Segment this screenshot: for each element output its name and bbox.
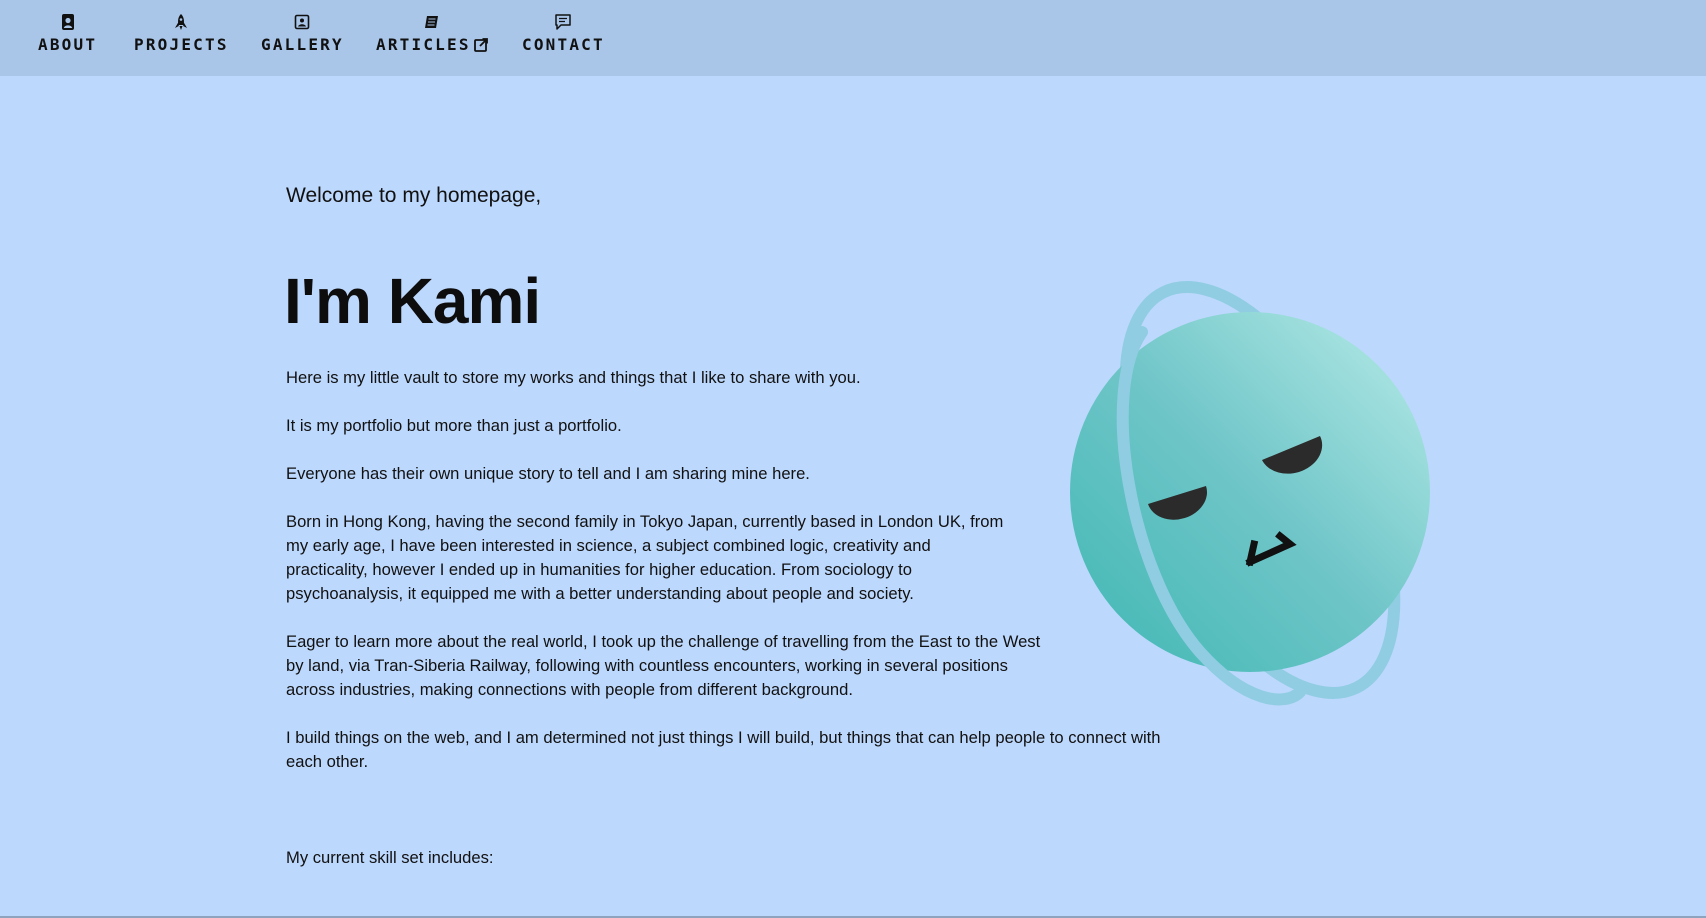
- nav-label-articles: ARTICLES: [376, 35, 471, 54]
- contact-card-icon: [58, 12, 78, 32]
- nav-label-contact: CONTACT: [522, 35, 605, 54]
- intro-paragraph: Eager to learn more about the real world…: [286, 632, 1041, 699]
- nav-item-contact[interactable]: CONTACT: [522, 12, 605, 54]
- top-nav: ABOUT PROJECTS GALLERY ARTICLES CONTACT: [0, 0, 1706, 76]
- nav-label-about: ABOUT: [38, 35, 98, 54]
- intro-paragraph: Here is my little vault to store my work…: [286, 368, 861, 387]
- notebook-icon: [422, 12, 442, 32]
- intro-paragraph: It is my portfolio but more than just a …: [286, 416, 622, 435]
- chat-icon: [553, 12, 573, 32]
- nav-item-about[interactable]: ABOUT: [38, 12, 97, 54]
- nav-label-projects: PROJECTS: [134, 35, 229, 54]
- intro-paragraph: Born in Hong Kong, having the second fam…: [286, 512, 1004, 603]
- nav-item-articles[interactable]: ARTICLES: [376, 12, 489, 54]
- page-title: I'm Kami: [284, 265, 541, 337]
- nav-label-gallery: GALLERY: [261, 35, 344, 54]
- skills-intro: My current skill set includes:: [286, 848, 494, 867]
- intro-paragraph: Everyone has their own unique story to t…: [286, 464, 810, 483]
- rocket-icon: [171, 12, 191, 32]
- nav-label-articles-wrap: ARTICLES: [376, 35, 489, 54]
- nav-item-gallery[interactable]: GALLERY: [261, 12, 344, 54]
- intro-paragraph: I build things on the web, and I am dete…: [286, 728, 1161, 771]
- nav-item-projects[interactable]: PROJECTS: [134, 12, 229, 54]
- external-link-icon: [473, 37, 489, 53]
- image-icon: [292, 12, 312, 32]
- welcome-text: Welcome to my homepage,: [286, 184, 542, 207]
- planet-illustration: [1070, 281, 1430, 706]
